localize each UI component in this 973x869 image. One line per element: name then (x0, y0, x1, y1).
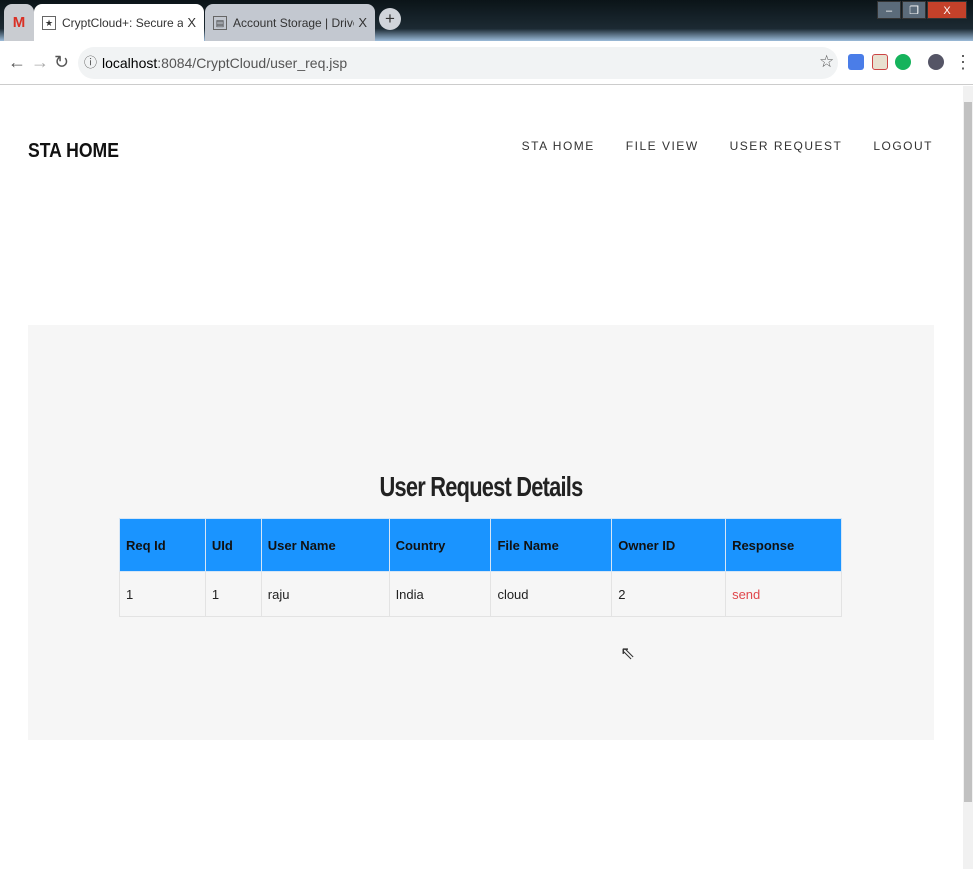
tab-drivehq[interactable]: ▤ Account Storage | DriveHQ X (205, 4, 375, 41)
cell-owner-id: 2 (611, 571, 727, 617)
info-icon: ⓘ (84, 55, 98, 70)
mouse-cursor-icon: ⇖ (620, 643, 636, 663)
cell-req-id: 1 (119, 571, 206, 617)
maximize-button[interactable]: ❐ (902, 1, 926, 19)
menu-icon[interactable]: ⋮ (954, 52, 972, 73)
nav-user-request[interactable]: USER REQUEST (730, 139, 843, 153)
favicon-icon: ★ (42, 15, 56, 30)
nav-file-view[interactable]: FILE VIEW (626, 139, 699, 153)
page-title: User Request Details (379, 471, 584, 502)
nav-sta-home[interactable]: STA HOME (522, 139, 595, 153)
scrollbar-thumb[interactable] (964, 102, 972, 802)
url-host: localhost (102, 55, 158, 71)
cell-response: send (725, 571, 842, 617)
cell-user-name: raju (260, 571, 390, 617)
back-icon[interactable]: ← (8, 52, 26, 73)
column-header: Response (725, 518, 842, 572)
cell-country: India (388, 571, 492, 617)
url-path: :8084/CryptCloud/user_req.jsp (157, 55, 348, 71)
column-header: User Name (260, 518, 390, 572)
tab-strip: M ★CryptCloud+: Secure and ExpresX ▤Acco… (0, 0, 973, 41)
minimize-button[interactable]: ‒ (877, 1, 901, 19)
extension-icon[interactable] (872, 54, 888, 70)
user-request-table: Req Id UId User Name Country File Name O… (119, 518, 842, 617)
table-header-row: Req Id UId User Name Country File Name O… (119, 518, 842, 572)
nav-logout[interactable]: LOGOUT (873, 139, 933, 153)
column-header: Country (388, 518, 492, 572)
profile-avatar[interactable] (928, 54, 944, 70)
table-row: 1 1 raju India cloud 2 send (119, 571, 842, 617)
main-nav: STA HOME FILE VIEW USER REQUEST LOGOUT (522, 139, 933, 153)
translate-extension-icon[interactable] (848, 54, 864, 70)
site-logo[interactable]: STA HOME (28, 140, 119, 163)
grammarly-icon[interactable] (895, 54, 911, 70)
cell-file-name: cloud (490, 571, 613, 617)
tab-title: Account Storage | DriveHQ (233, 15, 354, 30)
forward-icon[interactable]: → (31, 52, 49, 73)
address-bar[interactable]: ⓘ localhost:8084/CryptCloud/user_req.jsp (78, 47, 838, 79)
tab-cryptcloud[interactable]: ★ CryptCloud+: Secure and ExpresX (34, 4, 204, 41)
content-panel: User Request Details Req Id UId User Nam… (28, 325, 934, 740)
column-header: Owner ID (611, 518, 727, 572)
cell-uid: 1 (204, 571, 262, 617)
column-header: Req Id (119, 518, 206, 572)
column-header: File Name (490, 518, 613, 572)
gmail-icon: M (12, 14, 26, 31)
bookmark-star-icon[interactable]: ☆ (819, 52, 834, 72)
close-tab-icon[interactable]: X (358, 15, 367, 30)
column-header: UId (204, 518, 262, 572)
scrollbar[interactable] (963, 86, 973, 869)
favicon-icon: ▤ (213, 15, 227, 30)
new-tab-button[interactable]: + (379, 8, 401, 30)
tab-title: CryptCloud+: Secure and Expres (62, 15, 184, 30)
send-link[interactable]: send (732, 587, 760, 602)
close-window-button[interactable]: X (927, 1, 967, 19)
close-tab-icon[interactable]: X (187, 15, 196, 30)
tab-gmail[interactable]: M (4, 4, 34, 41)
browser-toolbar: ← → ↻ ⓘ localhost:8084/CryptCloud/user_re… (0, 41, 973, 85)
reload-icon[interactable]: ↻ (54, 52, 69, 73)
